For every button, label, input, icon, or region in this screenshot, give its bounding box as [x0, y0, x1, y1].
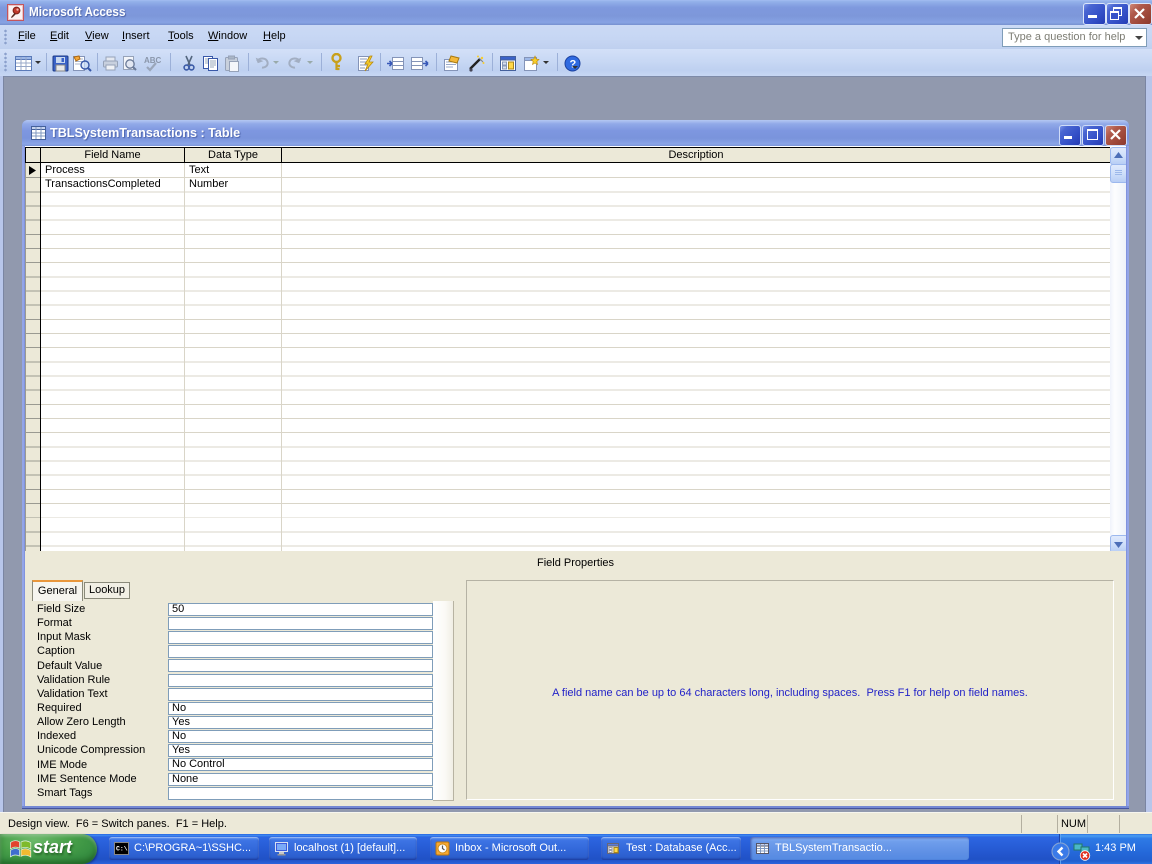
svg-text:ABC: ABC: [144, 56, 162, 65]
svg-text:C:\: C:\: [116, 846, 128, 853]
